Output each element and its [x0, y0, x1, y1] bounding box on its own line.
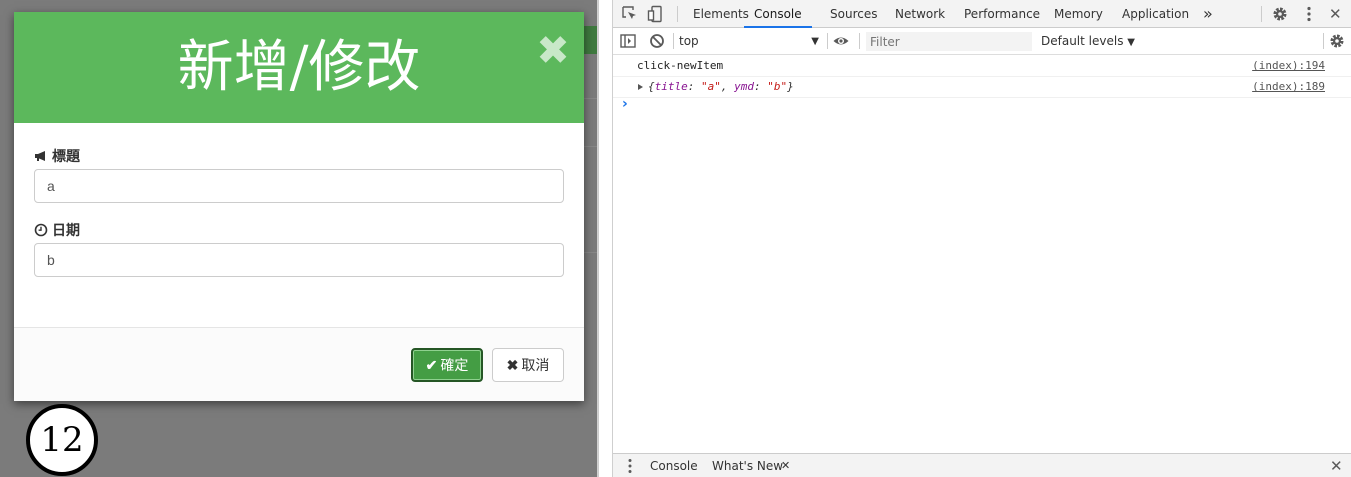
inspect-element-icon[interactable]	[621, 5, 639, 23]
close-tab-icon[interactable]: ✕	[781, 454, 790, 477]
log-source-link[interactable]: (index):189	[1252, 77, 1325, 97]
console-toolbar: top ▼ Default levels ▼	[613, 28, 1351, 55]
tab-performance[interactable]: Performance	[964, 0, 1040, 28]
clock-icon	[34, 223, 48, 237]
date-label-text: 日期	[52, 222, 80, 238]
log-source-link[interactable]: (index):194	[1252, 56, 1325, 76]
toolbar-separator	[827, 33, 828, 49]
cancel-button[interactable]: ✖ 取消	[492, 348, 564, 382]
cancel-label: 取消	[521, 357, 550, 373]
toolbar-separator	[673, 33, 674, 49]
tab-sources[interactable]: Sources	[830, 0, 877, 28]
devtools-tabbar: Elements Console Sources Network Perform…	[613, 0, 1351, 28]
obj-value: "b"	[767, 80, 788, 93]
log-levels-dropdown[interactable]: Default levels ▼	[1041, 32, 1135, 51]
obj-key: ymd	[734, 80, 754, 93]
bullhorn-icon	[35, 151, 45, 161]
log-levels-label: Default levels	[1041, 34, 1124, 48]
clear-console-icon[interactable]	[648, 32, 666, 50]
obj-key: title	[654, 80, 688, 93]
tab-memory[interactable]: Memory	[1054, 0, 1103, 28]
filter-input[interactable]	[866, 32, 1032, 51]
console-settings-gear-icon[interactable]	[1328, 32, 1346, 50]
expand-triangle-icon[interactable]	[638, 84, 643, 90]
drawer-menu-icon[interactable]	[621, 457, 639, 475]
close-drawer-icon[interactable]: ✕	[1330, 454, 1343, 477]
title-field-label: 標題	[34, 146, 80, 166]
console-prompt-icon[interactable]: ›	[622, 96, 628, 112]
date-input[interactable]	[34, 243, 564, 277]
kebab-menu-icon[interactable]	[1300, 5, 1318, 23]
step-number: 12	[40, 420, 84, 460]
check-icon: ✔	[425, 357, 438, 373]
chevron-down-icon: ▼	[1127, 37, 1135, 48]
drawer-tab-console[interactable]: Console	[650, 454, 698, 477]
toolbar-separator	[859, 33, 860, 49]
log-message: click-newItem	[637, 59, 724, 72]
step-number-badge: 12	[26, 404, 98, 476]
toolbar-separator	[677, 6, 678, 22]
title-label-text: 標題	[52, 148, 80, 164]
page-divider-line	[583, 252, 597, 253]
devtools-panel: Elements Console Sources Network Perform…	[613, 0, 1351, 477]
console-log-row: {title: "a", ymd: "b"} (index):189	[613, 77, 1351, 98]
confirm-button[interactable]: ✔ 確定	[411, 348, 483, 382]
cross-icon: ✖	[506, 357, 519, 373]
obj-value: "a"	[701, 80, 721, 93]
date-field-label: 日期	[34, 220, 80, 240]
splitter-line	[598, 0, 599, 477]
tab-elements[interactable]: Elements	[693, 0, 749, 28]
context-select[interactable]: top ▼	[679, 32, 819, 51]
page-navbar-edge	[583, 26, 597, 54]
more-tabs-icon[interactable]: »	[1203, 0, 1213, 28]
toolbar-separator	[1261, 6, 1262, 22]
devtools-drawer-tabbar: Console What's New ✕ ✕	[613, 453, 1351, 477]
panel-splitter[interactable]	[597, 0, 613, 477]
log-object-preview[interactable]: {title: "a", ymd: "b"}	[648, 77, 794, 97]
toolbar-separator	[1323, 33, 1324, 49]
settings-gear-icon[interactable]	[1271, 5, 1289, 23]
device-toolbar-icon[interactable]	[647, 5, 665, 23]
eye-icon[interactable]	[832, 32, 850, 50]
confirm-label: 確定	[440, 357, 469, 373]
page-backdrop: 新增/修改 ✖ 標題 日期 ✔確定 ✖取消 12	[0, 0, 597, 477]
modal-header: 新增/修改 ✖	[14, 12, 584, 123]
tab-network[interactable]: Network	[895, 0, 945, 28]
tab-application[interactable]: Application	[1122, 0, 1189, 28]
context-value: top	[679, 34, 699, 48]
modal-footer: ✔ 確定 ✖ 取消	[14, 327, 584, 401]
tab-console[interactable]: Console	[744, 0, 812, 28]
page-divider-line	[583, 146, 597, 147]
console-log-row: click-newItem (index):194	[613, 56, 1351, 77]
modal-title: 新增/修改	[177, 35, 421, 100]
page-divider-line	[583, 98, 597, 99]
sidebar-toggle-icon[interactable]	[619, 32, 637, 50]
title-input[interactable]	[34, 169, 564, 203]
close-devtools-icon[interactable]: ✕	[1329, 0, 1342, 28]
close-icon[interactable]: ✖	[536, 31, 570, 71]
drawer-tab-whats-new[interactable]: What's New	[712, 454, 783, 477]
edit-modal: 新增/修改 ✖ 標題 日期 ✔確定 ✖取消	[14, 12, 584, 401]
chevron-down-icon: ▼	[811, 36, 819, 47]
